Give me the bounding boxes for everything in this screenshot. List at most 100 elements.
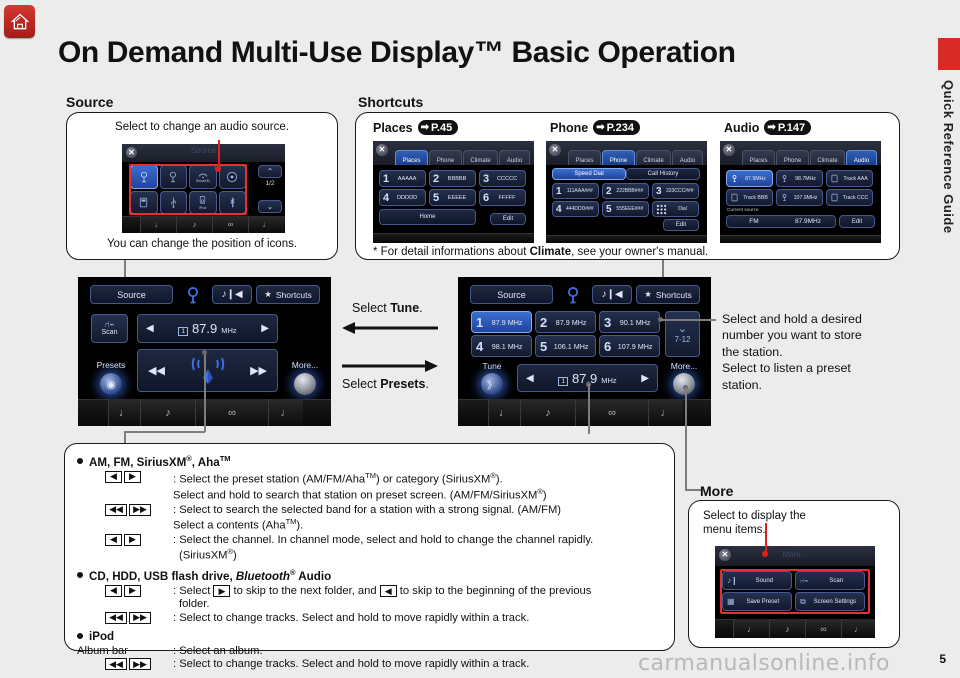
- tab-places[interactable]: Places: [568, 150, 601, 165]
- phone-cell-3[interactable]: 3 333CCC###: [652, 183, 699, 199]
- hvac-seat-left-icon[interactable]: ♩: [733, 619, 769, 638]
- next-key-icon[interactable]: ▶: [124, 584, 141, 597]
- more-screen[interactable]: More... ✕ ♪❙ Sound ⑁⌁ Scan ▦ Save Preset…: [715, 546, 875, 638]
- seek-prev-icon[interactable]: ◀◀: [148, 364, 165, 377]
- source-tile-ipod[interactable]: iPod: [189, 190, 217, 214]
- page-ref-audio[interactable]: ➡ P. 147: [764, 120, 812, 135]
- audio-cell-1[interactable]: 87.9MHz: [726, 170, 773, 187]
- tune-knob[interactable]: 》: [481, 373, 503, 395]
- source-tile-disc[interactable]: [218, 165, 246, 189]
- up-chevron-icon[interactable]: ⌃: [258, 165, 282, 178]
- hvac-mode-icon[interactable]: ♪: [769, 619, 805, 638]
- source-screen[interactable]: Source ✕ SiriusXM iPod ⌃ 1/2 ⌄ ♩ ♪ ∞ ♩: [122, 144, 285, 233]
- tab-audio[interactable]: Audio: [846, 150, 877, 165]
- hvac-seat-right-icon[interactable]: ♩: [648, 399, 683, 426]
- source-button[interactable]: Source: [470, 285, 553, 304]
- tab-phone[interactable]: Phone: [429, 150, 462, 165]
- audio-cell-3[interactable]: Track AAA: [826, 170, 873, 187]
- tab-phone[interactable]: Phone: [602, 150, 635, 165]
- fm-icon[interactable]: [180, 284, 206, 305]
- radio-screen-right[interactable]: Source ♪❙◀ ★ Shortcuts 1 87.9 MHz 2 87.9 MH…: [458, 277, 711, 426]
- more-item-screen-settings[interactable]: ⧉ Screen Settings: [795, 592, 865, 611]
- page-ref-places[interactable]: ➡ P. 45: [417, 120, 459, 135]
- hvac-seat-right-icon[interactable]: ♩: [248, 216, 284, 233]
- source-tile-siriusxm[interactable]: SiriusXM: [189, 165, 217, 189]
- tab-audio[interactable]: Audio: [672, 150, 703, 165]
- more-knob[interactable]: [673, 373, 695, 395]
- shortcuts-button[interactable]: ★ Shortcuts: [636, 285, 700, 304]
- phone-dial-cell[interactable]: Dial: [652, 201, 699, 217]
- seek-next-key-icon[interactable]: ▶▶: [129, 503, 151, 516]
- hvac-mode-icon[interactable]: ♪: [140, 399, 195, 426]
- places-cell-4[interactable]: 4 DDDDD: [379, 189, 426, 206]
- prev-arrow-icon[interactable]: ◀: [526, 373, 534, 384]
- hvac-seat-right-icon[interactable]: ♩: [841, 619, 875, 638]
- tab-climate[interactable]: Climate: [463, 150, 498, 165]
- audio-screen[interactable]: ✕ Places Phone Climate Audio 87.9MHz 98.…: [720, 141, 881, 243]
- hvac-defrost-icon[interactable]: ∞: [805, 619, 841, 638]
- places-cell-2[interactable]: 2 BBBBB: [429, 170, 476, 187]
- next-arrow-icon[interactable]: ▶: [261, 323, 269, 334]
- preset-6[interactable]: 6 107.9 MHz: [599, 335, 660, 357]
- preset-4[interactable]: 4 98.1 MHz: [471, 335, 532, 357]
- next-key-icon[interactable]: ▶: [124, 470, 141, 483]
- hvac-mode-icon[interactable]: ♪: [520, 399, 575, 426]
- phone-screen[interactable]: ✕ Places Phone Climate Audio Speed Dial …: [546, 141, 707, 243]
- sound-icon[interactable]: ♪❙◀: [212, 285, 252, 304]
- phone-speed-dial-toggle[interactable]: Speed Dial: [552, 168, 626, 180]
- hvac-mode-icon[interactable]: ♪: [176, 216, 212, 233]
- seek-next-key-icon[interactable]: ▶▶: [129, 611, 151, 624]
- source-tile-hdd[interactable]: [130, 190, 158, 214]
- down-chevron-icon[interactable]: ⌄: [258, 200, 282, 213]
- more-knob[interactable]: [294, 373, 316, 395]
- audio-cell-2[interactable]: 98.7MHz: [776, 170, 823, 187]
- seek-prev-key-icon[interactable]: ◀◀: [105, 658, 127, 671]
- close-icon[interactable]: ✕: [126, 147, 137, 158]
- places-screen[interactable]: ✕ Places Phone Climate Audio 1 AAAAA 2 BBB…: [373, 141, 534, 243]
- presets-knob[interactable]: ◉: [100, 373, 122, 395]
- shortcuts-button[interactable]: ★ Shortcuts: [256, 285, 320, 304]
- close-icon[interactable]: ✕: [723, 144, 735, 156]
- phone-cell-5[interactable]: 5 555EEE###: [602, 201, 649, 217]
- phone-cell-4[interactable]: 4 444DDD###: [552, 201, 599, 217]
- prev-arrow-icon[interactable]: ◀: [146, 323, 154, 334]
- source-scroll-column[interactable]: ⌃ 1/2 ⌄: [258, 165, 282, 214]
- page-ref-phone[interactable]: ➡ P. 234: [593, 120, 640, 135]
- audio-cell-4[interactable]: Track BBB: [726, 189, 773, 206]
- source-icon-grid[interactable]: SiriusXM iPod: [130, 165, 246, 214]
- audio-cell-6[interactable]: Track CCC: [826, 189, 873, 206]
- tab-audio[interactable]: Audio: [499, 150, 530, 165]
- prev-key-inline-icon[interactable]: ◀: [379, 585, 397, 598]
- audio-cell-5[interactable]: 107.9MHz: [776, 189, 823, 206]
- more-item-scan[interactable]: ⑁⌁ Scan: [795, 571, 865, 590]
- more-item-save-preset[interactable]: ▦ Save Preset: [722, 592, 792, 611]
- tab-climate[interactable]: Climate: [810, 150, 845, 165]
- places-cell-1[interactable]: 1 AAAAA: [379, 170, 426, 187]
- phone-cell-1[interactable]: 1 111AAA###: [552, 183, 599, 199]
- next-key-inline-icon[interactable]: ▶: [213, 585, 231, 598]
- places-edit-button[interactable]: Edit: [490, 213, 526, 225]
- source-tile-usb[interactable]: [159, 190, 187, 214]
- tab-places[interactable]: Places: [742, 150, 775, 165]
- source-tile-bluetooth[interactable]: [218, 190, 246, 214]
- prev-key-icon[interactable]: ◀: [105, 533, 122, 546]
- prev-key-icon[interactable]: ◀: [105, 584, 122, 597]
- source-button[interactable]: Source: [90, 285, 173, 304]
- phone-call-history-toggle[interactable]: Call History: [626, 168, 700, 180]
- more-item-sound[interactable]: ♪❙ Sound: [722, 571, 792, 590]
- preset-page-next[interactable]: ⌄ 7-12: [665, 311, 700, 357]
- seek-prev-key-icon[interactable]: ◀◀: [105, 611, 127, 624]
- next-arrow-icon[interactable]: ▶: [641, 373, 649, 384]
- prev-key-icon[interactable]: ◀: [105, 470, 122, 483]
- source-tile-am[interactable]: [159, 165, 187, 189]
- places-cell-5[interactable]: 5 EEEEE: [429, 189, 476, 206]
- sound-icon[interactable]: ♪❙◀: [592, 285, 632, 304]
- hvac-defrost-icon[interactable]: ∞: [212, 216, 248, 233]
- seek-bar[interactable]: ◀◀ ▶▶: [137, 349, 278, 392]
- scan-button[interactable]: ⑁⌁ Scan: [91, 314, 128, 343]
- seek-prev-key-icon[interactable]: ◀◀: [105, 503, 127, 516]
- next-key-icon[interactable]: ▶: [124, 533, 141, 546]
- places-home-row[interactable]: Home: [379, 209, 476, 225]
- hvac-seat-right-icon[interactable]: ♩: [268, 399, 303, 426]
- source-tile-fm[interactable]: [130, 165, 158, 189]
